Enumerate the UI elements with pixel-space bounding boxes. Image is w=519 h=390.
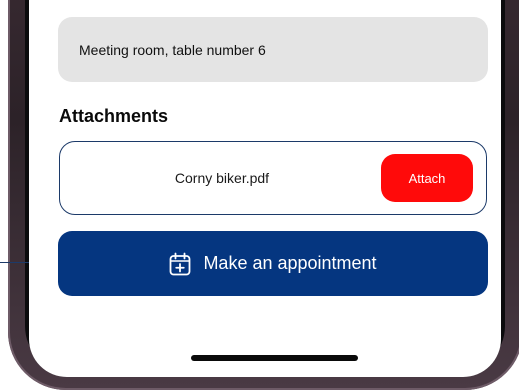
location-field-value: Meeting room, table number 6 [79,41,266,58]
attachment-row: Corny biker.pdf Attach [59,141,487,215]
make-appointment-button[interactable]: Make an appointment [58,231,488,296]
home-indicator[interactable] [191,355,358,361]
attachment-file-name: Corny biker.pdf [174,170,270,186]
location-field[interactable]: Meeting room, table number 6 [58,17,488,82]
phone-screen: Meeting room, table number 6 Attachments… [29,0,501,377]
attach-button[interactable]: Attach [381,154,473,202]
make-appointment-label: Make an appointment [203,253,377,273]
attachments-heading: Attachments [59,106,169,126]
calendar-plus-icon [169,252,191,276]
